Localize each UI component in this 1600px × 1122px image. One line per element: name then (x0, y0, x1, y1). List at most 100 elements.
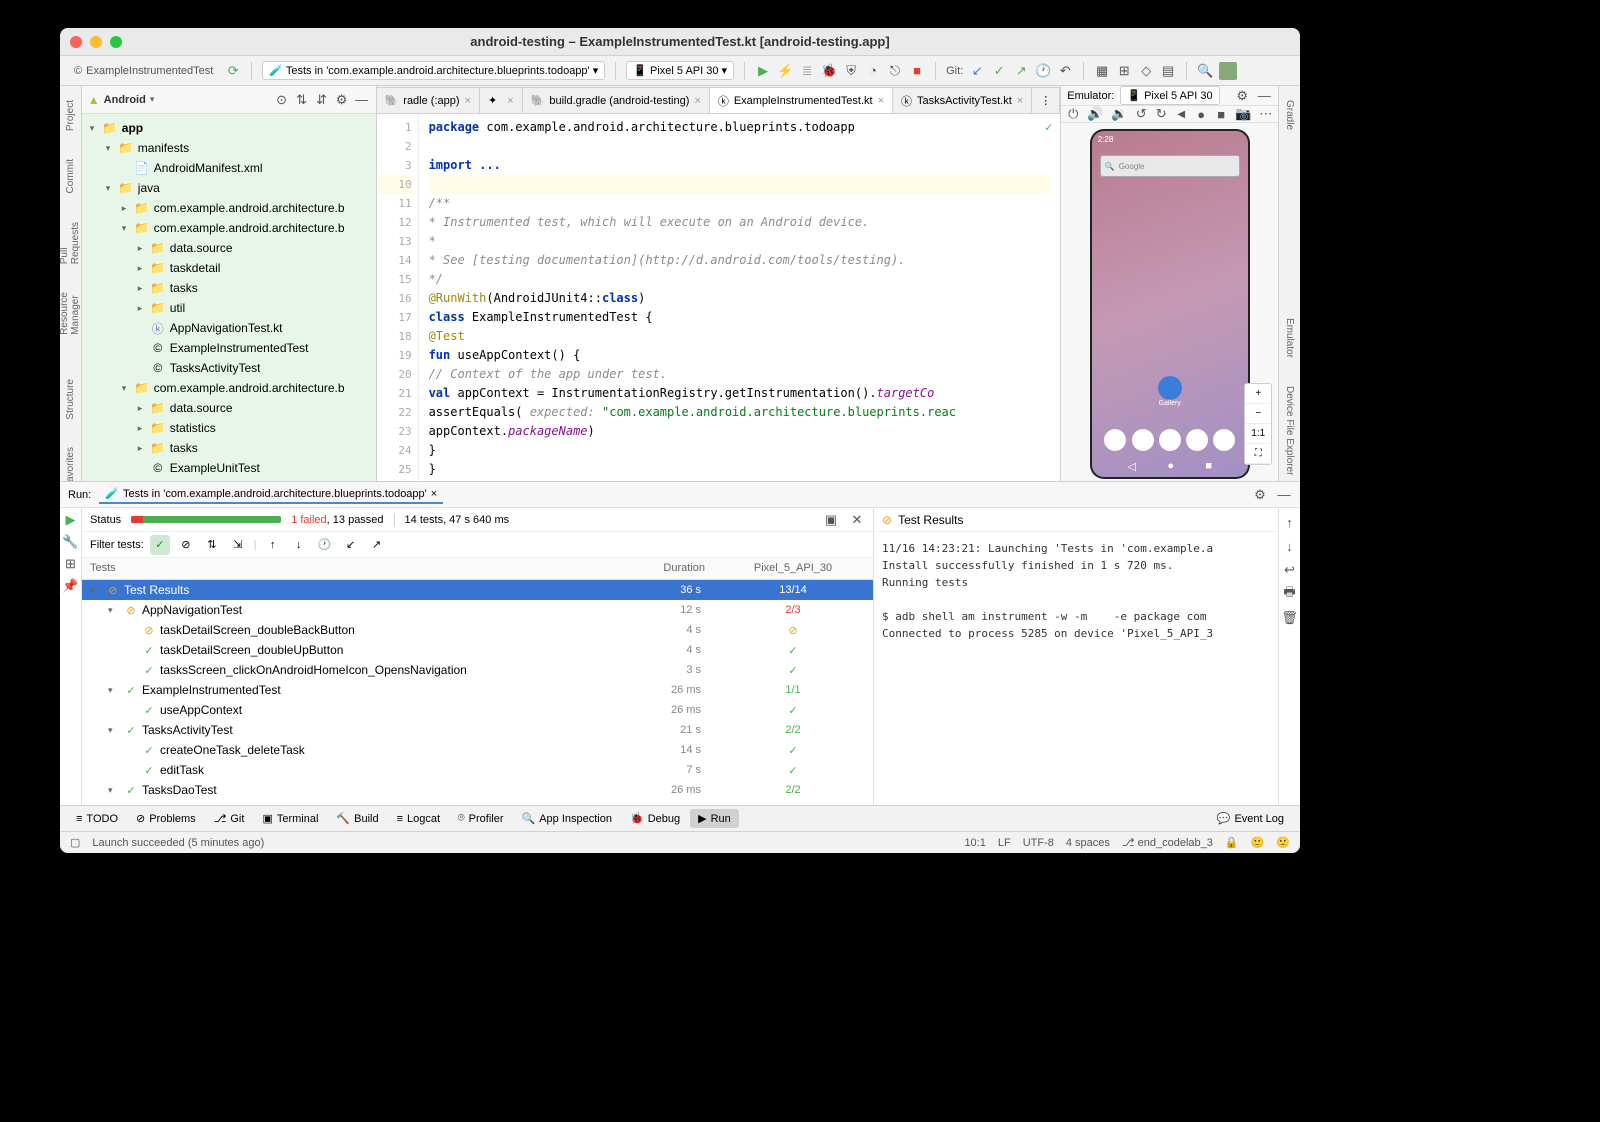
tree-item[interactable]: ▸📁tasks (82, 438, 376, 458)
sad-face-icon[interactable]: 🙁 (1276, 836, 1290, 849)
tab-favorites[interactable]: Favorites (63, 441, 78, 481)
tree-item[interactable]: ©ExampleInstrumentedTest (82, 338, 376, 358)
tree-item[interactable]: ▾📁java (82, 178, 376, 198)
expand-all-icon[interactable]: ⇅ (294, 92, 310, 108)
close-results-icon[interactable]: ✕ (849, 512, 865, 528)
search-icon[interactable]: 🔍 (1197, 63, 1213, 79)
test-row[interactable]: ✓editTask7 s✓ (82, 760, 873, 780)
hide-icon[interactable]: — (354, 92, 370, 108)
gallery-app-icon[interactable]: Gallery (1158, 376, 1182, 407)
more-icon[interactable]: ⋯ (1259, 106, 1272, 122)
project-tree[interactable]: ▾📁app▾📁manifests📄AndroidManifest.xml▾📁ja… (82, 114, 376, 481)
clear-icon[interactable]: 🗑 (1282, 610, 1298, 626)
git-history-icon[interactable]: 🕐 (1035, 63, 1051, 79)
test-row[interactable]: ▾⊘Test Results36 s13/14 (82, 580, 873, 600)
test-history-icon[interactable]: 🕐 (315, 535, 335, 555)
expand-icon[interactable]: ⇲ (228, 535, 248, 555)
tree-item[interactable]: ▾📁manifests (82, 138, 376, 158)
tree-item[interactable]: ▾📁com.example.android.architecture.b (82, 378, 376, 398)
show-ignored-icon[interactable]: ⊘ (176, 535, 196, 555)
messages-app-icon[interactable] (1132, 429, 1154, 451)
rotate-left-icon[interactable]: ↺ (1135, 106, 1147, 122)
tree-item[interactable]: 📄AndroidManifest.xml (82, 158, 376, 178)
rotate-right-icon[interactable]: ↻ (1155, 106, 1167, 122)
zoom-out-button[interactable]: − (1245, 404, 1271, 424)
sync-icon[interactable]: ⟳ (225, 63, 241, 79)
layout-icon[interactable]: ▣ (823, 512, 839, 528)
debug-icon[interactable]: 🐞 (821, 63, 837, 79)
tree-item[interactable]: ▸📁statistics (82, 418, 376, 438)
run-hide-icon[interactable]: — (1276, 487, 1292, 503)
tree-item[interactable]: ▸📁data.source (82, 398, 376, 418)
home-icon[interactable]: ● (1195, 106, 1207, 122)
col-tests[interactable]: Tests (82, 558, 593, 579)
test-row[interactable]: ▾✓ExampleInstrumentedTest26 ms1/1 (82, 680, 873, 700)
bottom-tab-build[interactable]: 🔨Build (328, 809, 386, 828)
bottom-tab-problems[interactable]: ⊘Problems (128, 809, 204, 828)
collapse-all-icon[interactable]: ⇵ (314, 92, 330, 108)
bottom-tab-terminal[interactable]: ▣Terminal (254, 809, 326, 828)
breadcrumb[interactable]: © ExampleInstrumentedTest (68, 63, 219, 79)
git-rollback-icon[interactable]: ↶ (1057, 63, 1073, 79)
toggle-auto-icon[interactable]: ⊞ (63, 556, 79, 572)
nav-overview-icon[interactable]: ■ (1205, 460, 1212, 473)
tab-emulator[interactable]: Emulator (1282, 312, 1297, 364)
tree-item[interactable]: ▾📁com.example.android.architecture.b (82, 218, 376, 238)
scroll-down-icon[interactable]: ↓ (1282, 538, 1298, 554)
test-row[interactable]: ▾⊘AppNavigationTest12 s2/3 (82, 600, 873, 620)
bottom-tab-run[interactable]: ▶Run (690, 809, 739, 828)
pin-icon[interactable]: 📌 (63, 578, 79, 594)
editor-tab[interactable]: ⓚTasksActivityTest.kt× (893, 87, 1032, 113)
zoom-in-button[interactable]: + (1245, 384, 1271, 404)
apply-code-icon[interactable]: ≣ (799, 63, 815, 79)
next-failed-icon[interactable]: ↓ (289, 535, 309, 555)
happy-face-icon[interactable]: 🙂 (1251, 836, 1265, 849)
file-encoding[interactable]: UTF-8 (1023, 837, 1054, 849)
code-editor[interactable]: ✓ package com.example.android.architectu… (419, 114, 1061, 481)
test-row[interactable]: ▾✓TasksDaoTest26 ms2/2 (82, 780, 873, 800)
tab-project[interactable]: Project (63, 94, 78, 137)
nav-back-icon[interactable]: ◁ (1127, 460, 1135, 473)
export-icon[interactable]: ↗ (367, 535, 387, 555)
test-row[interactable]: ✓createOneTask_deleteTask14 s✓ (82, 740, 873, 760)
profile-icon[interactable]: ◔ (865, 63, 881, 79)
print-icon[interactable]: 🖶 (1282, 586, 1298, 602)
show-passed-icon[interactable]: ✓ (150, 535, 170, 555)
soft-wrap-icon[interactable]: ↩ (1282, 562, 1298, 578)
indent-setting[interactable]: 4 spaces (1066, 837, 1110, 849)
test-row[interactable]: ✓tasksScreen_clickOnAndroidHomeIcon_Open… (82, 660, 873, 680)
sort-icon[interactable]: ⇅ (202, 535, 222, 555)
editor-tab[interactable]: ⓚExampleInstrumentedTest.kt× (710, 87, 893, 113)
emulator-hide-icon[interactable]: — (1256, 88, 1272, 104)
sdk-icon[interactable]: ⊞ (1116, 63, 1132, 79)
editor-tab[interactable]: 🐘radle (:app)× (377, 87, 480, 113)
phone-screen[interactable]: 2:28 🔍 Google Gallery (1092, 131, 1248, 477)
apply-changes-icon[interactable]: ⚡ (777, 63, 793, 79)
tree-item[interactable]: ⓚAppNavigationTest.kt (82, 318, 376, 338)
avd-icon[interactable]: ▦ (1094, 63, 1110, 79)
overview-icon[interactable]: ■ (1215, 106, 1227, 122)
run-tab[interactable]: 🧪 Tests in 'com.example.android.architec… (99, 485, 443, 504)
git-commit-icon[interactable]: ✓ (991, 63, 1007, 79)
chrome-app-icon[interactable] (1186, 429, 1208, 451)
lock-icon[interactable]: 🔒 (1225, 836, 1239, 849)
maps-app-icon[interactable] (1159, 429, 1181, 451)
run-config-dropdown[interactable]: 🧪 Tests in 'com.example.android.architec… (262, 61, 605, 80)
run-icon[interactable]: ▶ (755, 63, 771, 79)
tab-resource-manager[interactable]: Resource Manager (60, 286, 83, 341)
phone-app-icon[interactable] (1104, 429, 1126, 451)
layout-icon[interactable]: ▤ (1160, 63, 1176, 79)
device-dropdown[interactable]: 📱 Pixel 5 API 30 ▾ (626, 61, 734, 80)
zoom-ratio-button[interactable]: 1:1 (1245, 424, 1271, 444)
event-log-button[interactable]: 💬Event Log (1209, 809, 1292, 828)
tree-item[interactable]: ▾📁app (82, 118, 376, 138)
test-row[interactable]: ✓taskDetailScreen_doubleUpButton4 s✓ (82, 640, 873, 660)
camera-app-icon[interactable] (1213, 429, 1235, 451)
resource-icon[interactable]: ◇ (1138, 63, 1154, 79)
run-settings-icon[interactable]: ⚙ (1252, 487, 1268, 503)
inspection-ok-icon[interactable]: ✓ (1045, 118, 1052, 137)
prev-failed-icon[interactable]: ↑ (263, 535, 283, 555)
bottom-tab-todo[interactable]: ≡TODO (68, 810, 126, 828)
tree-item[interactable]: ▸📁util (82, 298, 376, 318)
line-separator[interactable]: LF (998, 837, 1011, 849)
